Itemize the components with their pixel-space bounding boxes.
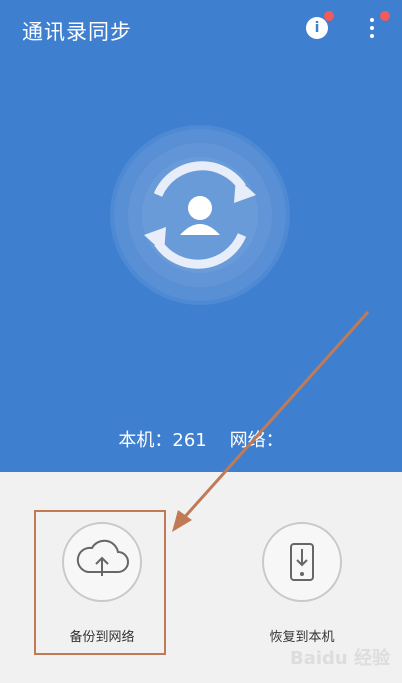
watermark-logo: Baidu 经验 xyxy=(290,648,391,669)
annotation-arrow xyxy=(172,311,370,532)
